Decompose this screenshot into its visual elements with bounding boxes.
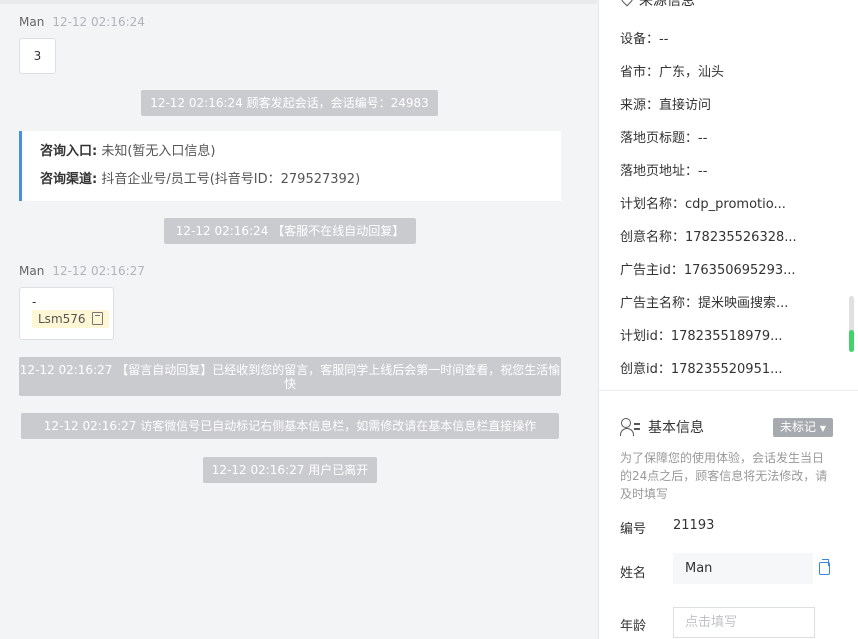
consult-channel-row: 咨询渠道: 抖音企业号/员工号(抖音号ID：279527392) [40,171,561,199]
source-advertiser-id: 广告主id：176350695293... [620,263,796,278]
system-message: 12-12 02:16:27 访客微信号已自动标记右侧基本信息栏，如需修改请在基… [21,413,559,439]
name-field[interactable]: Man [673,553,813,584]
consult-channel-label: 咨询渠道: [40,172,98,187]
message-time: 12-12 02:16:27 [52,264,145,278]
source-landing-title: 落地页标题：-- [620,131,708,146]
id-label: 编号 [620,522,647,537]
name-label: 姓名 [620,566,647,581]
source-creative-name: 创意名称：178235526328... [620,230,797,245]
system-message: 12-12 02:16:24 顾客发起会话，会话编号：24983 [141,90,438,116]
source-landing-url: 落地页地址：-- [620,164,708,179]
consult-entry-value: 未知(暂无入口信息) [101,144,216,159]
scrollbar-thumb[interactable] [849,330,854,352]
source-plan-id: 计划id：178235518979... [620,329,783,344]
consult-entry-row: 咨询入口: 未知(暂无入口信息) [40,143,561,171]
wechat-id-text: Lsm576 [38,312,86,326]
customer-info-panel: 来源信息 设备：-- 省市：广东，汕头 来源：直接访问 落地页标题：-- 落地页… [598,0,858,639]
message-bubble: - Lsm576 [19,287,114,340]
chat-panel: Man 12-12 02:16:24 3 12-12 02:16:24 顾客发起会… [0,0,597,639]
copy-icon[interactable] [91,312,103,325]
message-bubble: 3 [19,38,56,74]
system-message: 12-12 02:16:27 【留言自动回复】已经收到您的留言，客服同学上线后会… [19,357,561,396]
source-province: 省市：广东，汕头 [620,65,725,80]
copy-icon[interactable] [819,559,830,575]
panel-scrollbar[interactable] [849,296,854,352]
system-message: 12-12 02:16:27 用户已离开 [203,457,377,483]
consult-info-card: 咨询入口: 未知(暂无入口信息) 咨询渠道: 抖音企业号/员工号(抖音号ID：2… [19,131,561,201]
id-value: 21193 [673,518,715,533]
section-divider [599,390,858,391]
sender-name: Man [19,15,45,29]
source-plan-name: 计划名称：cdp_promotio... [620,197,786,212]
message-time: 12-12 02:16:24 [52,15,145,29]
top-shadow [0,0,597,4]
wechat-id-chip[interactable]: Lsm576 [32,310,109,328]
basic-info-header: 基本信息 [620,417,704,437]
message-header: Man 12-12 02:16:27 [19,264,145,278]
sender-name: Man [19,264,45,278]
tag-dropdown-label: 未标记 [780,420,817,434]
tag-dropdown-button[interactable]: 未标记 ▼ [773,418,833,437]
message-header: Man 12-12 02:16:24 [19,15,145,29]
source-advertiser-name: 广告主名称：提米映画搜索... [620,296,789,311]
consult-channel-value: 抖音企业号/员工号(抖音号ID：279527392) [101,172,361,187]
edit-notice: 为了保障您的使用体验，会话发生当日的24点之后，顾客信息将无法修改，请及时填写 [620,451,828,501]
system-message: 12-12 02:16:24 【客服不在线自动回复】 [164,218,416,244]
message-text: 3 [33,49,42,63]
consult-entry-label: 咨询入口: [40,144,98,159]
basic-info-title: 基本信息 [648,420,704,436]
source-creative-id: 创意id：178235520951... [620,362,783,377]
caret-down-icon: ▼ [819,424,826,433]
location-pin-icon [618,0,636,7]
age-input[interactable] [673,607,815,638]
message-text: - [32,295,37,309]
user-list-icon [620,418,640,436]
source-info-title: 来源信息 [639,0,695,9]
source-origin: 来源：直接访问 [620,98,712,113]
source-device: 设备：-- [620,32,669,47]
age-label: 年龄 [620,619,647,634]
